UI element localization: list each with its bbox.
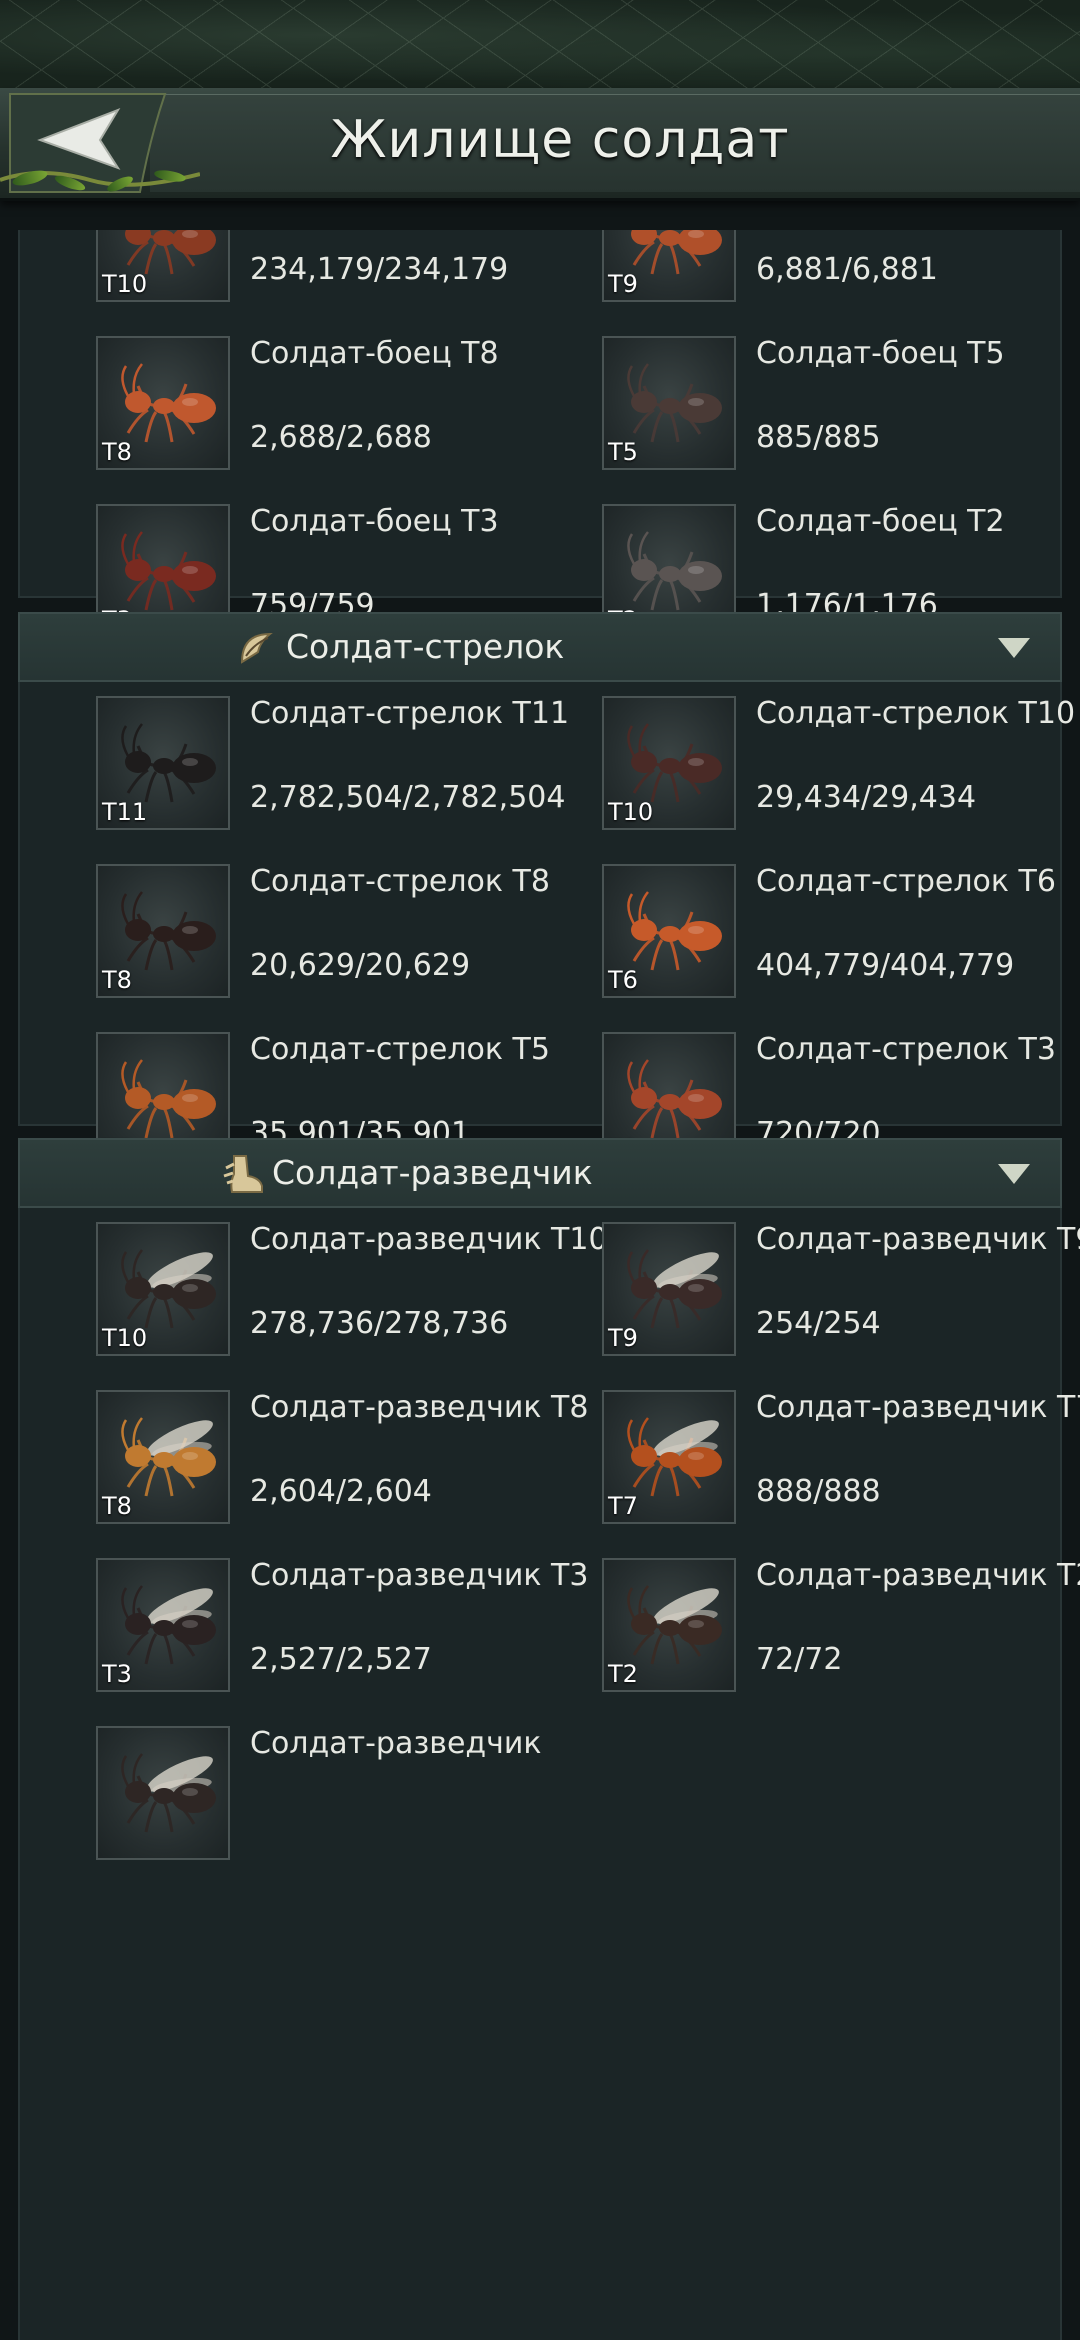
unit-count: 6,881/6,881 [756, 252, 938, 287]
tier-badge: T8 [102, 438, 132, 466]
unit-portrait[interactable]: T8 [96, 336, 230, 470]
tier-badge: T8 [102, 1492, 132, 1520]
unit-name: Солдат-разведчик T10 [250, 1222, 608, 1257]
unit-name: Солдат-боец T3 [250, 504, 499, 539]
unit-portrait[interactable]: T11 [96, 696, 230, 830]
unit-card[interactable]: T10 Солдат-стрелок T10 29,434/29,434 [602, 696, 1080, 836]
unit-name: Солдат-стрелок T5 [250, 1032, 550, 1067]
unit-count: 885/885 [756, 420, 881, 455]
tier-badge: T10 [608, 798, 654, 826]
unit-portrait[interactable]: T8 [96, 864, 230, 998]
section-header[interactable]: Солдат-стрелок [18, 612, 1062, 682]
tier-badge: T9 [608, 270, 638, 298]
web-decoration [0, 0, 1080, 88]
unit-count: 278,736/278,736 [250, 1306, 509, 1341]
unit-count: 2,688/2,688 [250, 420, 432, 455]
unit-count: 2,782,504/2,782,504 [250, 780, 566, 815]
unit-portrait[interactable]: T9 [602, 1222, 736, 1356]
unit-card[interactable]: T8 Солдат-боец T8 2,688/2,688 [96, 336, 596, 476]
unit-list[interactable]: T10Солдат-боец T10234,179/234,179T9Солда… [0, 230, 1080, 2340]
unit-count: 72/72 [756, 1642, 843, 1677]
unit-name: Солдат-стрелок T10 [756, 696, 1076, 731]
unit-count: 29,434/29,434 [756, 780, 977, 815]
unit-portrait[interactable]: T10 [96, 230, 230, 302]
boot-icon [222, 1152, 266, 1196]
section-title: Солдат-стрелок [286, 627, 565, 666]
unit-card[interactable]: T2 Солдат-разведчик T2 72/72 [602, 1558, 1080, 1698]
tier-badge: T5 [608, 438, 638, 466]
tier-badge: T11 [102, 798, 148, 826]
unit-card[interactable]: T8 Солдат-разведчик T8 2,604/2,604 [96, 1390, 596, 1530]
unit-count: 888/888 [756, 1474, 881, 1509]
unit-card[interactable]: T11 Солдат-стрелок T11 2,782,504/2,782,504 [96, 696, 596, 836]
unit-portrait[interactable]: T8 [96, 1390, 230, 1524]
unit-name: Солдат-разведчик T9 [756, 1222, 1080, 1257]
unit-count: 2,604/2,604 [250, 1474, 432, 1509]
bow-icon [234, 626, 278, 670]
tier-badge: T7 [608, 1492, 638, 1520]
unit-card[interactable]: Солдат-разведчик [96, 1726, 596, 1866]
unit-name: Солдат-стрелок T6 [756, 864, 1056, 899]
unit-name: Солдат-боец T5 [756, 336, 1005, 371]
unit-name: Солдат-разведчик T2 [756, 1558, 1080, 1593]
unit-name: Солдат-разведчик T7 [756, 1390, 1080, 1425]
unit-portrait[interactable]: T3 [96, 1558, 230, 1692]
unit-portrait[interactable]: T2 [602, 1558, 736, 1692]
unit-name: Солдат-боец T8 [250, 336, 499, 371]
unit-card[interactable]: T10 Солдат-разведчик T10 278,736/278,736 [96, 1222, 608, 1362]
unit-card[interactable]: T10Солдат-боец T10234,179/234,179 [96, 230, 596, 308]
unit-portrait[interactable]: T10 [602, 696, 736, 830]
unit-card[interactable]: T8 Солдат-стрелок T8 20,629/20,629 [96, 864, 596, 1004]
unit-card[interactable]: T5 Солдат-боец T5 885/885 [602, 336, 1080, 476]
tier-badge: T6 [608, 966, 638, 994]
unit-card[interactable]: T3 Солдат-разведчик T3 2,527/2,527 [96, 1558, 596, 1698]
unit-portrait[interactable]: T5 [602, 336, 736, 470]
unit-name: Солдат-стрелок T3 [756, 1032, 1056, 1067]
chevron-down-icon [998, 1164, 1030, 1184]
unit-portrait[interactable]: T9 [602, 230, 736, 302]
unit-count: 2,527/2,527 [250, 1642, 432, 1677]
section-title: Солдат-разведчик [272, 1153, 593, 1192]
unit-name: Солдат-разведчик T3 [250, 1558, 589, 1593]
unit-portrait[interactable]: T7 [602, 1390, 736, 1524]
tier-badge: T9 [608, 1324, 638, 1352]
unit-portrait[interactable]: T10 [96, 1222, 230, 1356]
unit-portrait[interactable]: T6 [602, 864, 736, 998]
section-header[interactable]: Солдат-разведчик [18, 1138, 1062, 1208]
unit-name: Солдат-боец T2 [756, 504, 1005, 539]
tier-badge: T3 [102, 1660, 132, 1688]
tier-badge: T10 [102, 1324, 148, 1352]
unit-count: 20,629/20,629 [250, 948, 471, 983]
page-title: Жилище солдат [330, 110, 790, 170]
unit-portrait[interactable] [96, 1726, 230, 1860]
unit-count: 404,779/404,779 [756, 948, 1015, 983]
unit-card[interactable]: T9Солдат-боец T96,881/6,881 [602, 230, 1080, 308]
unit-count: 234,179/234,179 [250, 252, 509, 287]
unit-name: Солдат-стрелок T11 [250, 696, 570, 731]
unit-name: Солдат-стрелок T8 [250, 864, 550, 899]
top-status-area [0, 0, 1080, 88]
chevron-down-icon [998, 638, 1030, 658]
unit-count: 254/254 [756, 1306, 881, 1341]
unit-name: Солдат-разведчик [250, 1726, 542, 1761]
unit-card[interactable]: T7 Солдат-разведчик T7 888/888 [602, 1390, 1080, 1530]
unit-name: Солдат-разведчик T8 [250, 1390, 589, 1425]
tier-badge: T8 [102, 966, 132, 994]
tier-badge: T10 [102, 270, 148, 298]
unit-card[interactable]: T6 Солдат-стрелок T6 404,779/404,779 [602, 864, 1080, 1004]
tier-badge: T2 [608, 1660, 638, 1688]
unit-card[interactable]: T9 Солдат-разведчик T9 254/254 [602, 1222, 1080, 1362]
